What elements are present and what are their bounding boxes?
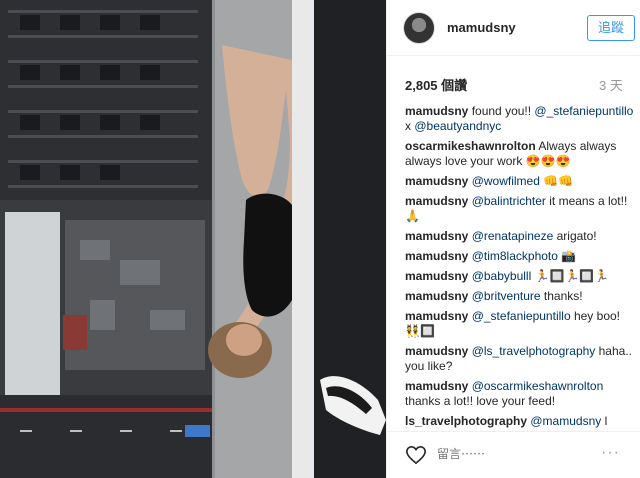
photo-image bbox=[0, 0, 386, 478]
post-photo[interactable] bbox=[0, 0, 386, 478]
comment-author[interactable]: mamudsny bbox=[405, 249, 468, 263]
comment-item: mamudsny @britventure thanks! bbox=[405, 289, 637, 304]
comment-author[interactable]: mamudsny bbox=[405, 174, 468, 188]
comment-author[interactable]: oscarmikeshawnrolton bbox=[405, 139, 536, 153]
comment-mention[interactable]: @wowfilmed bbox=[472, 174, 540, 188]
post-username[interactable]: mamudsny bbox=[447, 20, 516, 35]
comment-item: mamudsny @renatapineze arigato! bbox=[405, 229, 637, 244]
comment-item: mamudsny @_stefaniepuntillo hey boo! 👯🔲 bbox=[405, 309, 637, 339]
post-viewer: mamudsny 追蹤 2,805 個讚 3 天 mamudsny found … bbox=[0, 0, 640, 478]
comment-item: mamudsny @balintrichter it means a lot!!… bbox=[405, 194, 637, 224]
comment-mention[interactable]: @oscarmikeshawnrolton bbox=[472, 379, 604, 393]
follow-button[interactable]: 追蹤 bbox=[587, 15, 635, 41]
comment-input[interactable] bbox=[435, 446, 599, 462]
comment-text: l bbox=[601, 414, 608, 428]
comment-item: mamudsny @oscarmikeshawnrolton thanks a … bbox=[405, 379, 637, 409]
comment-item: ls_travelphotography @mamudsny l bbox=[405, 414, 637, 428]
comment-item: mamudsny @tim8lackphoto 📸 bbox=[405, 249, 637, 264]
more-options-icon[interactable]: ··· bbox=[601, 444, 620, 462]
comment-text: thanks a lot!! love your feed! bbox=[405, 394, 556, 408]
comment-item: mamudsny @wowfilmed 👊👊 bbox=[405, 174, 637, 189]
post-header: mamudsny 追蹤 bbox=[387, 0, 640, 56]
post-actions: ··· bbox=[387, 431, 640, 478]
comment-mention[interactable]: @babybulll bbox=[472, 269, 532, 283]
comment-text: x bbox=[405, 119, 415, 133]
heart-icon[interactable] bbox=[405, 445, 427, 465]
comment-author[interactable]: mamudsny bbox=[405, 289, 468, 303]
like-count[interactable]: 2,805 個讚 bbox=[405, 75, 467, 94]
post-sidebar: mamudsny 追蹤 2,805 個讚 3 天 mamudsny found … bbox=[386, 0, 640, 478]
comment-text: 👊👊 bbox=[539, 174, 574, 188]
comment-text: 🏃🔲🏃🔲🏃 bbox=[531, 269, 610, 283]
avatar[interactable] bbox=[403, 12, 435, 44]
comment-mention[interactable]: @tim8lackphoto bbox=[472, 249, 558, 263]
comment-mention[interactable]: @mamudsny bbox=[530, 414, 601, 428]
comment-mention[interactable]: @_stefaniepuntillo bbox=[472, 309, 571, 323]
comment-author[interactable]: mamudsny bbox=[405, 229, 468, 243]
comment-mention[interactable]: @renatapineze bbox=[472, 229, 554, 243]
comment-author[interactable]: ls_travelphotography bbox=[405, 414, 527, 428]
comment-author[interactable]: mamudsny bbox=[405, 104, 468, 118]
comment-item: mamudsny @ls_travelphotography haha.. yo… bbox=[405, 344, 637, 374]
comment-item: oscarmikeshawnrolton Always always alway… bbox=[405, 139, 637, 169]
comment-text: thanks! bbox=[540, 289, 583, 303]
comment-mention[interactable]: @beautyandnyc bbox=[414, 119, 501, 133]
post-stats: 2,805 個讚 3 天 bbox=[387, 57, 640, 99]
comment-author[interactable]: mamudsny bbox=[405, 194, 468, 208]
post-timestamp[interactable]: 3 天 bbox=[599, 75, 623, 94]
comment-mention[interactable]: @britventure bbox=[472, 289, 541, 303]
comment-list: mamudsny found you!! @_stefaniepuntillo … bbox=[405, 104, 637, 428]
comment-text: arigato! bbox=[553, 229, 597, 243]
comment-text: found you!! bbox=[471, 104, 535, 118]
comment-mention[interactable]: @_stefaniepuntillo bbox=[534, 104, 633, 118]
comment-item: mamudsny found you!! @_stefaniepuntillo … bbox=[405, 104, 637, 134]
comment-mention[interactable]: @ls_travelphotography bbox=[472, 344, 596, 358]
comment-item: mamudsny @babybulll 🏃🔲🏃🔲🏃 bbox=[405, 269, 637, 284]
comment-mention[interactable]: @balintrichter bbox=[472, 194, 546, 208]
comment-text: 📸 bbox=[557, 249, 577, 263]
comment-author[interactable]: mamudsny bbox=[405, 344, 468, 358]
comment-author[interactable]: mamudsny bbox=[405, 309, 468, 323]
comment-author[interactable]: mamudsny bbox=[405, 269, 468, 283]
comment-author[interactable]: mamudsny bbox=[405, 379, 468, 393]
